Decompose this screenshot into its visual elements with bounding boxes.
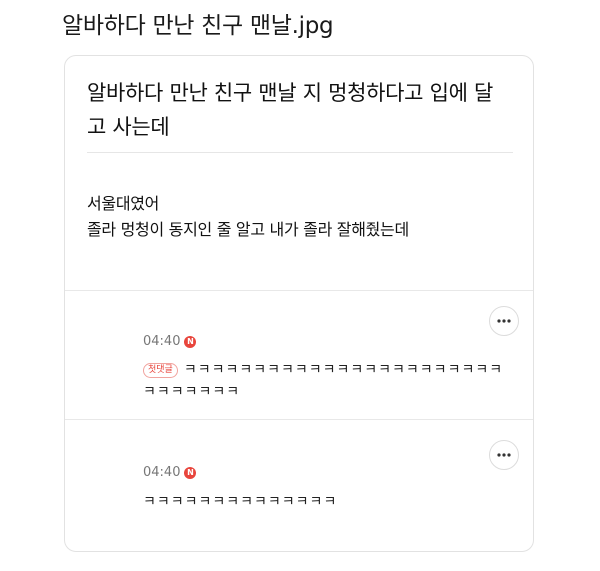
comment-time: 04:40 (143, 334, 181, 349)
post-title: 알바하다 만난 친구 맨날 지 멍청하다고 입에 달고 사는데 (87, 81, 494, 139)
page-title: 알바하다 만난 친구 맨날.jpg (62, 13, 334, 39)
new-badge: N (184, 335, 197, 348)
post-body: 서울대였어 졸라 멍청이 동지인 줄 알고 내가 졸라 잘해줬는데 (87, 191, 527, 243)
comment-meta: 04:40 N (143, 465, 197, 480)
comment-body: ㅋㅋㅋㅋㅋㅋㅋㅋㅋㅋㅋㅋㅋㅋ (143, 494, 338, 510)
comment-text: 첫댓글 ㅋㅋㅋㅋㅋㅋㅋㅋㅋㅋㅋㅋㅋㅋㅋㅋㅋㅋㅋㅋㅋㅋㅋㅋㅋㅋㅋㅋㅋㅋ (143, 359, 513, 403)
comment-text: ㅋㅋㅋㅋㅋㅋㅋㅋㅋㅋㅋㅋㅋㅋ (143, 491, 513, 513)
post-body-line: 졸라 멍청이 동지인 줄 알고 내가 졸라 잘해줬는데 (87, 220, 409, 239)
post-body-line: 서울대였어 (87, 194, 160, 213)
comment-item: 04:40 N 첫댓글 ㅋㅋㅋㅋㅋㅋㅋㅋㅋㅋㅋㅋㅋㅋㅋㅋㅋㅋㅋㅋㅋㅋㅋㅋㅋㅋㅋㅋㅋ… (65, 291, 533, 419)
comment-meta: 04:40 N (143, 334, 197, 349)
comment-body: ㅋㅋㅋㅋㅋㅋㅋㅋㅋㅋㅋㅋㅋㅋㅋㅋㅋㅋㅋㅋㅋㅋㅋㅋㅋㅋㅋㅋㅋㅋ (143, 362, 504, 400)
new-badge: N (184, 466, 197, 479)
screenshot-page: 알바하다 만난 친구 맨날.jpg 알바하다 만난 친구 맨날 지 멍청하다고 … (0, 0, 600, 571)
post-card: 알바하다 만난 친구 맨날 지 멍청하다고 입에 달고 사는데 서울대였어 졸라… (64, 55, 534, 552)
comment-item: 04:40 N ㅋㅋㅋㅋㅋㅋㅋㅋㅋㅋㅋㅋㅋㅋ (65, 420, 533, 550)
first-comment-tag: 첫댓글 (143, 363, 178, 378)
comment-time: 04:40 (143, 465, 181, 480)
comment-more-button[interactable] (489, 440, 519, 470)
title-divider (87, 152, 513, 153)
more-horizontal-icon (497, 319, 511, 323)
comment-more-button[interactable] (489, 306, 519, 336)
more-horizontal-icon (497, 453, 511, 457)
